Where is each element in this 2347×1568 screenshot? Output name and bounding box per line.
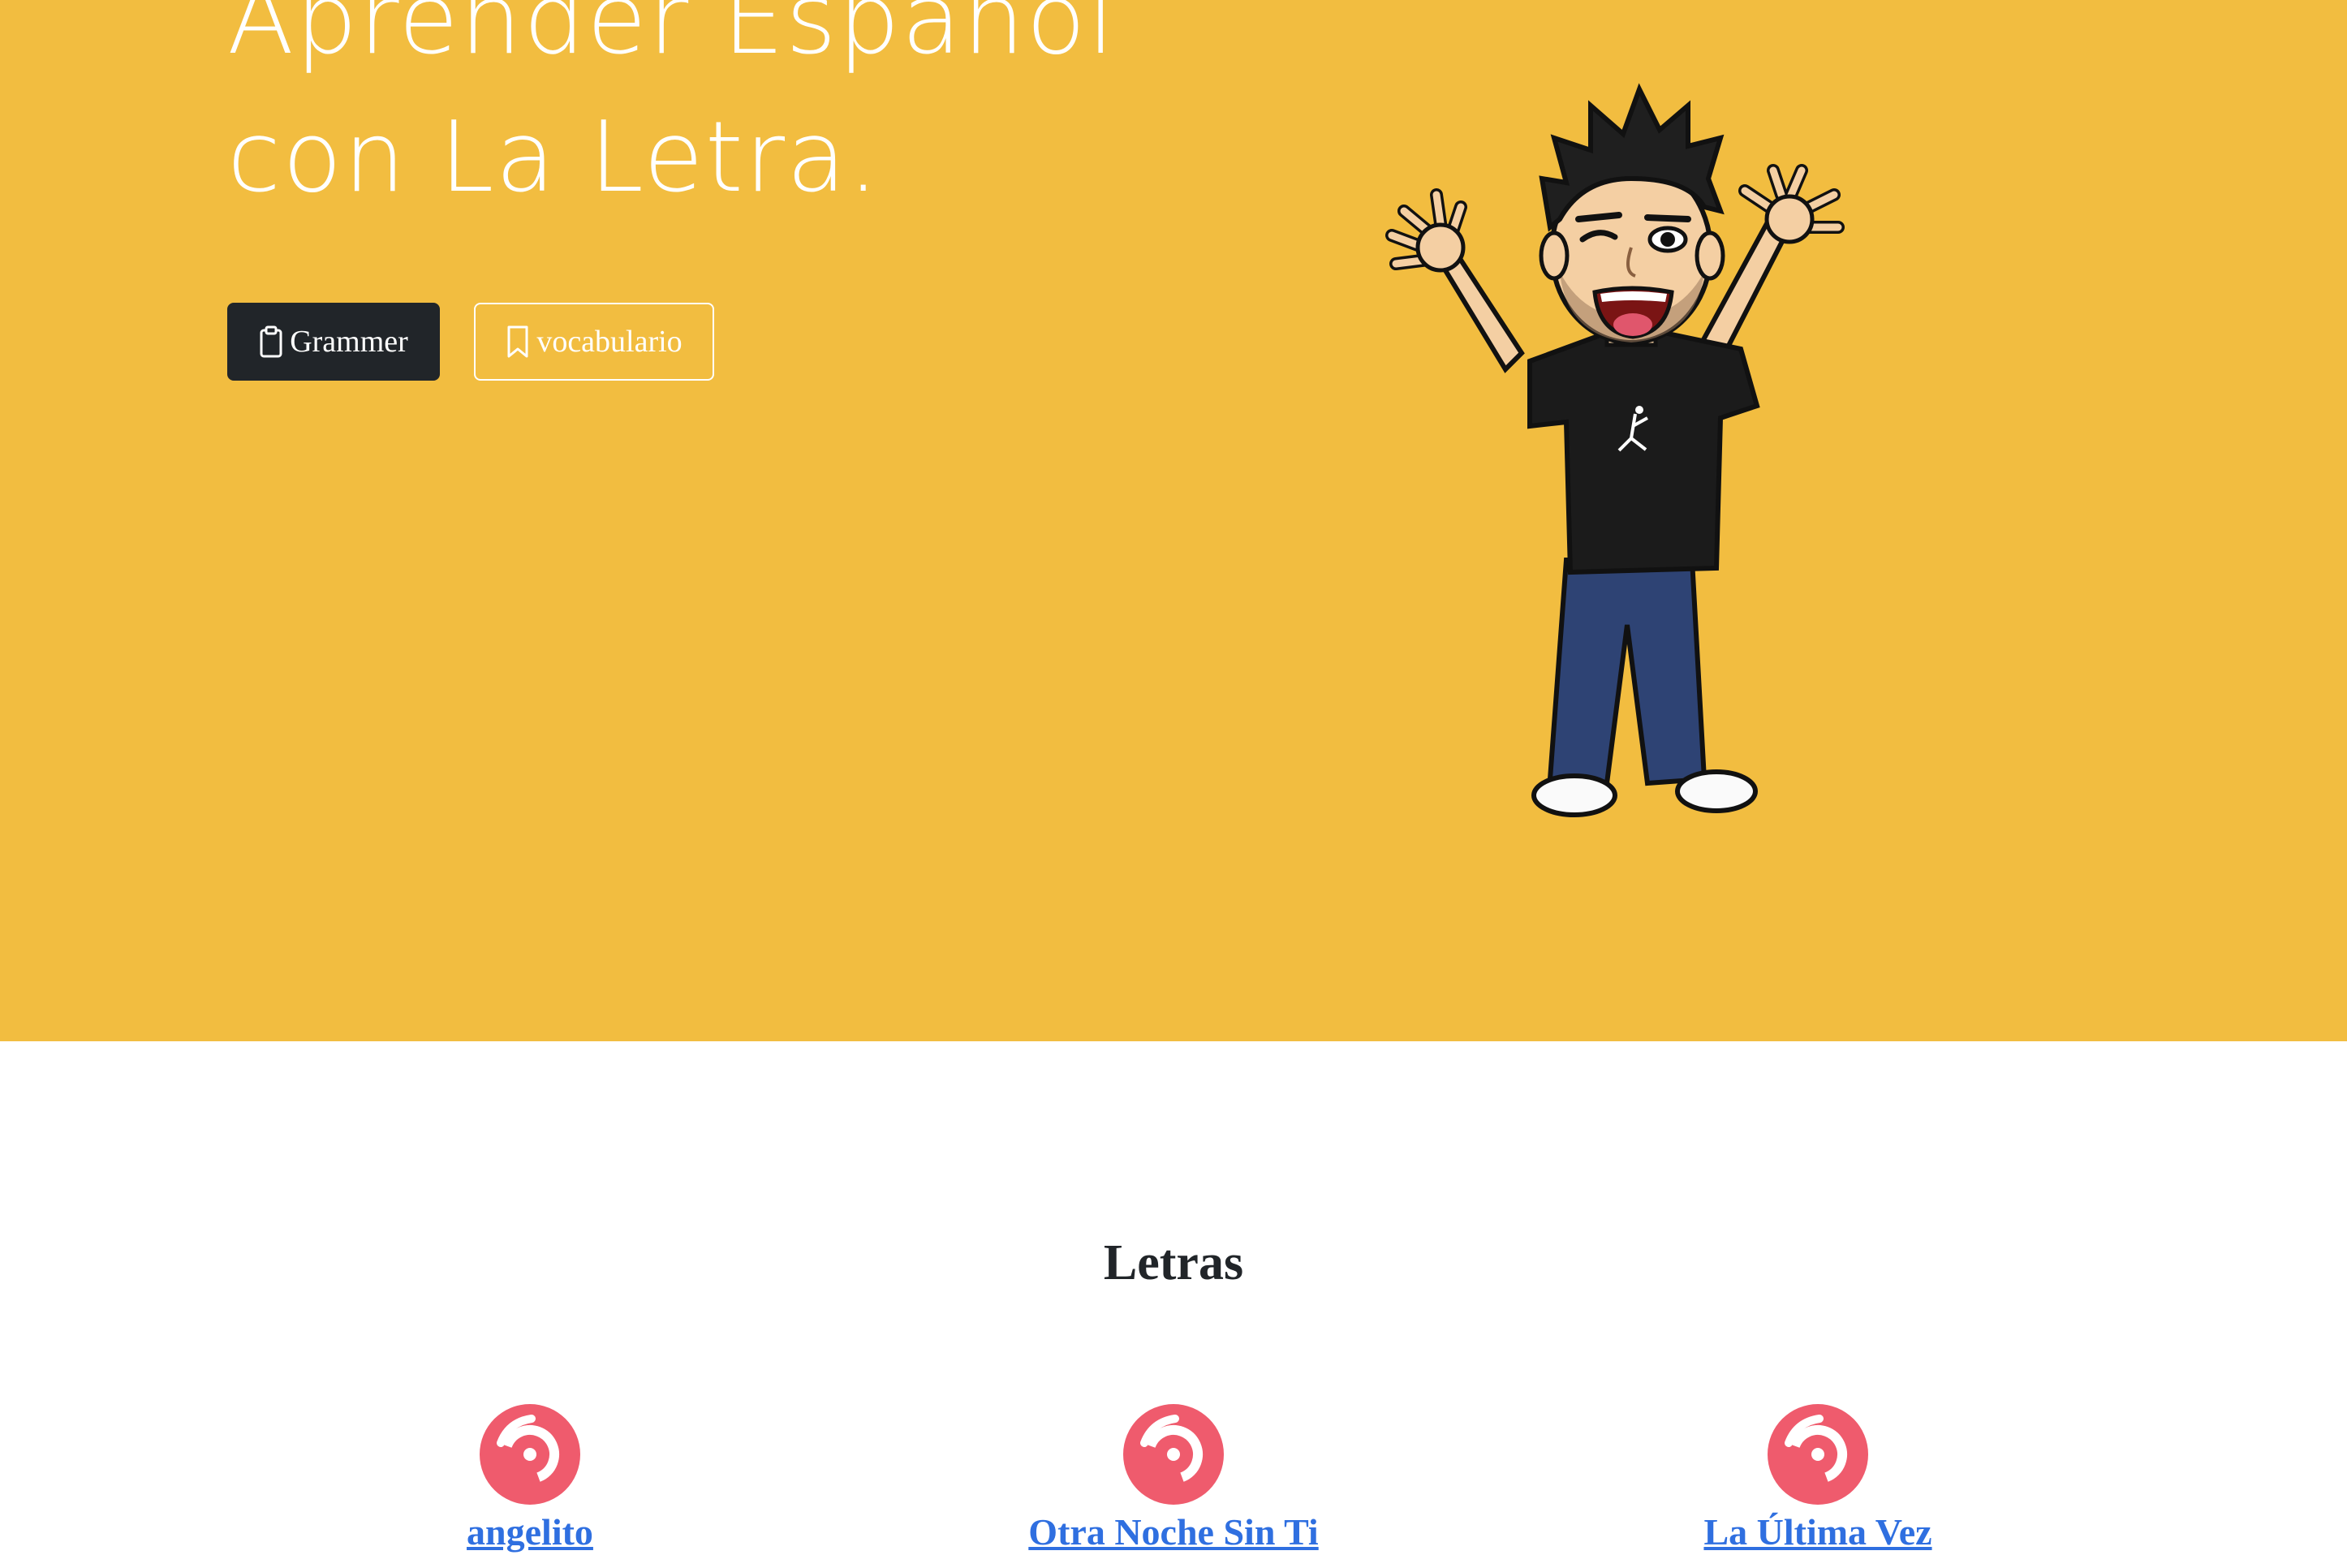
letras-section-title: Letras (1103, 1235, 1244, 1290)
disc-icon (1768, 1404, 1868, 1505)
grammar-button[interactable]: Grammer (227, 303, 440, 381)
song-link-otra-noche-sin-ti[interactable]: Otra Noche Sin Ti (1028, 1508, 1318, 1557)
jeans (1547, 558, 1707, 786)
vocabulario-button[interactable]: vocabulario (474, 303, 714, 381)
bookmark-icon (507, 325, 528, 358)
black-tshirt (1527, 330, 1760, 575)
hero-section: Aprender Español con La Letra. Grammer v… (0, 0, 2347, 1041)
disc-icon (1123, 1404, 1224, 1505)
vocabulario-button-label: vocabulario (536, 325, 683, 359)
song-item: Otra Noche Sin Ti (889, 1404, 1458, 1557)
song-link-angelito[interactable]: angelito (467, 1508, 593, 1557)
song-item: angelito (246, 1404, 814, 1557)
grammar-button-label: Grammer (290, 325, 408, 359)
waving-avatar-image (1385, 83, 1845, 817)
hero-title-line-2: con La Letra. (227, 101, 881, 214)
song-item: La Última Vez (1534, 1404, 2102, 1557)
right-shoe (1675, 769, 1758, 813)
hero-title: Aprender Español con La Letra. (227, 0, 1116, 227)
hero-title-line-1: Aprender Español (227, 0, 1117, 76)
song-link-la-ultima-vez[interactable]: La Última Vez (1703, 1508, 1931, 1557)
left-shoe (1531, 773, 1617, 817)
clipboard-icon (260, 325, 282, 358)
disc-icon (480, 1404, 580, 1505)
